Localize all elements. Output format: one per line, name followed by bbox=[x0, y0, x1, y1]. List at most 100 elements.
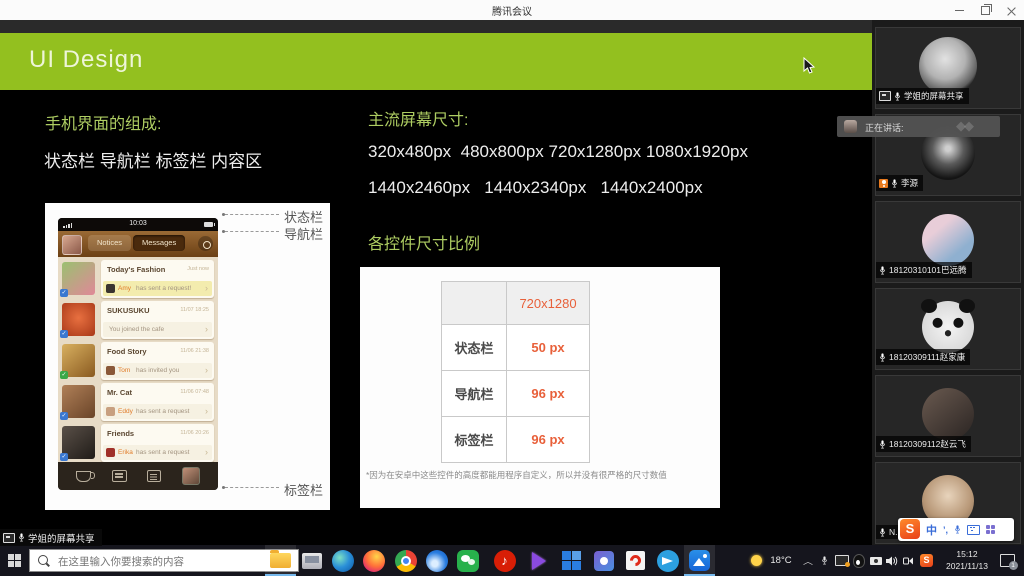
close-button[interactable] bbox=[998, 0, 1024, 20]
request-avatar bbox=[106, 284, 115, 293]
ime-toolbar[interactable]: S 中 ’, bbox=[898, 518, 1014, 541]
avatar bbox=[919, 37, 977, 95]
tray-sogou-icon[interactable]: S bbox=[918, 545, 935, 576]
person-name: Tom bbox=[118, 367, 130, 374]
telegram-icon bbox=[657, 550, 679, 572]
mic-icon bbox=[891, 179, 898, 188]
callout-line bbox=[225, 214, 279, 215]
tencent-meeting-icon bbox=[689, 550, 710, 571]
tab-messages[interactable]: Messages bbox=[133, 235, 185, 251]
participants-sidebar: 学姐的屏幕共享 李源 18120310101巴远腾 18120309111赵家康 bbox=[872, 20, 1024, 545]
list-item[interactable]: ✓ Food Story11/06 21:38 Tomhas invited y… bbox=[61, 341, 215, 381]
request-avatar bbox=[106, 448, 115, 457]
taskbar-edge[interactable] bbox=[327, 545, 358, 576]
phone-content-area: ✓ Today's FashionJust now Amyhas sent a … bbox=[58, 257, 218, 462]
chat-message: You joined the cafe bbox=[109, 326, 164, 333]
chat-avatar: ✓ bbox=[62, 426, 95, 459]
taskbar-search[interactable] bbox=[29, 549, 299, 572]
mic-icon bbox=[894, 92, 901, 101]
taskbar-acrobat[interactable] bbox=[620, 545, 651, 576]
list-item[interactable]: ✓ Today's FashionJust now Amyhas sent a … bbox=[61, 259, 215, 299]
search-input[interactable] bbox=[56, 550, 295, 573]
table-footnote: *因为在安卓中这些控件的高度都能用程序自定义，所以并没有很严格的尺寸数值 bbox=[366, 469, 716, 481]
participant-name: 18120309111赵家康 bbox=[889, 351, 965, 363]
tray-audio-device-icon[interactable] bbox=[901, 545, 917, 576]
slide-title: UI Design bbox=[29, 46, 143, 74]
minimize-button[interactable] bbox=[946, 0, 972, 20]
weather-icon[interactable] bbox=[748, 545, 764, 576]
check-badge-icon: ✓ bbox=[60, 412, 68, 420]
taskbar-telegram[interactable] bbox=[652, 545, 683, 576]
tray-speaker-icon[interactable] bbox=[884, 545, 900, 576]
chat-title: Food Story bbox=[107, 347, 147, 356]
tray-expand-chevron[interactable]: ︿ bbox=[800, 545, 816, 576]
wechat-icon bbox=[457, 550, 479, 572]
tab-notices[interactable]: Notices bbox=[88, 235, 131, 251]
chat-avatar: ✓ bbox=[62, 262, 95, 295]
taskbar-clock[interactable]: 15:12 2021/11/13 bbox=[938, 548, 996, 572]
participant-name: 李源 bbox=[901, 177, 918, 189]
ime-language-toggle[interactable]: 中 bbox=[926, 522, 937, 538]
participant-tile[interactable]: 18120310101巴远腾 bbox=[875, 201, 1021, 283]
restore-button[interactable] bbox=[972, 0, 998, 20]
taskbar-chrome[interactable] bbox=[390, 545, 421, 576]
callout-nav-bar: 导航栏 bbox=[284, 224, 323, 243]
mic-icon bbox=[879, 353, 886, 362]
table-row: 导航栏 96 px bbox=[442, 371, 590, 417]
check-badge-icon: ✓ bbox=[60, 371, 68, 379]
search-icon bbox=[38, 555, 48, 565]
profile-tab-icon bbox=[182, 467, 200, 485]
participant-tile[interactable]: 18120309111赵家康 bbox=[875, 288, 1021, 370]
taskbar-snip-tool[interactable] bbox=[296, 545, 327, 576]
taskbar-file-explorer[interactable] bbox=[265, 545, 296, 576]
taskbar-potplayer[interactable] bbox=[523, 545, 554, 576]
netease-music-icon: ♪ bbox=[494, 550, 516, 572]
notification-center[interactable] bbox=[996, 545, 1018, 576]
tray-camera-icon[interactable] bbox=[867, 545, 884, 576]
ime-keyboard-icon[interactable] bbox=[967, 525, 980, 535]
weather-temp[interactable]: 18°C bbox=[766, 545, 796, 576]
request-avatar bbox=[106, 366, 115, 375]
taskbar-wechat[interactable] bbox=[452, 545, 483, 576]
list-item[interactable]: ✓ Friends11/06 20:26 Erikahas sent a req… bbox=[61, 423, 215, 463]
ime-punctuation-toggle[interactable]: ’, bbox=[943, 525, 948, 535]
participant-name: 18120309112赵云飞 bbox=[889, 438, 966, 450]
window-titlebar: 腾讯会议 bbox=[0, 0, 1024, 21]
participant-tile[interactable]: 18120309112赵云飞 bbox=[875, 375, 1021, 457]
snip-tool-icon bbox=[302, 553, 322, 569]
tray-display-icon[interactable] bbox=[833, 545, 850, 576]
list-item[interactable]: ✓ SUKUSUKU11/07 18:25 You joined the caf… bbox=[61, 300, 215, 340]
table-row: 标签栏 96 px bbox=[442, 417, 590, 463]
share-owner-name: 学姐的屏幕共享 bbox=[28, 531, 95, 545]
user-avatar[interactable] bbox=[62, 235, 82, 255]
list-item[interactable]: ✓ Mr. Cat11/06 07:48 Eddyhas sent a requ… bbox=[61, 382, 215, 422]
tray-qq-icon[interactable] bbox=[851, 545, 866, 576]
table-corner-cell bbox=[442, 282, 507, 325]
speaking-label: 正在讲话: bbox=[865, 121, 904, 134]
chat-title: SUKUSUKU bbox=[107, 306, 150, 315]
callout-line bbox=[225, 487, 279, 488]
taskbar-firefox[interactable] bbox=[358, 545, 389, 576]
gear-icon[interactable] bbox=[198, 236, 213, 251]
taskbar-qq-browser[interactable] bbox=[421, 545, 452, 576]
chat-avatar: ✓ bbox=[62, 303, 95, 336]
taskbar-photos-app[interactable] bbox=[588, 545, 619, 576]
tray-mic-icon[interactable] bbox=[817, 545, 831, 576]
taskbar-movie-app[interactable] bbox=[556, 545, 587, 576]
mic-icon bbox=[879, 440, 886, 449]
clock-time: 15:12 bbox=[938, 548, 996, 560]
ime-menu-icon[interactable] bbox=[986, 525, 995, 534]
sogou-logo-icon[interactable]: S bbox=[900, 519, 920, 539]
callout-line bbox=[225, 231, 279, 232]
ime-mic-icon[interactable] bbox=[954, 525, 961, 534]
start-button[interactable] bbox=[8, 554, 21, 567]
screen-share-icon bbox=[3, 533, 15, 543]
window-title: 腾讯会议 bbox=[0, 3, 1024, 18]
taskbar-netease-music[interactable]: ♪ bbox=[489, 545, 520, 576]
avatar bbox=[922, 214, 974, 266]
taskbar-tencent-meeting[interactable] bbox=[684, 545, 715, 576]
sizes-line-2: 1440x2460px 1440x2340px 1440x2400px bbox=[368, 178, 703, 198]
notification-icon bbox=[1000, 554, 1015, 567]
participant-tile[interactable]: 学姐的屏幕共享 bbox=[875, 27, 1021, 109]
person-name: Eddy bbox=[118, 408, 133, 415]
